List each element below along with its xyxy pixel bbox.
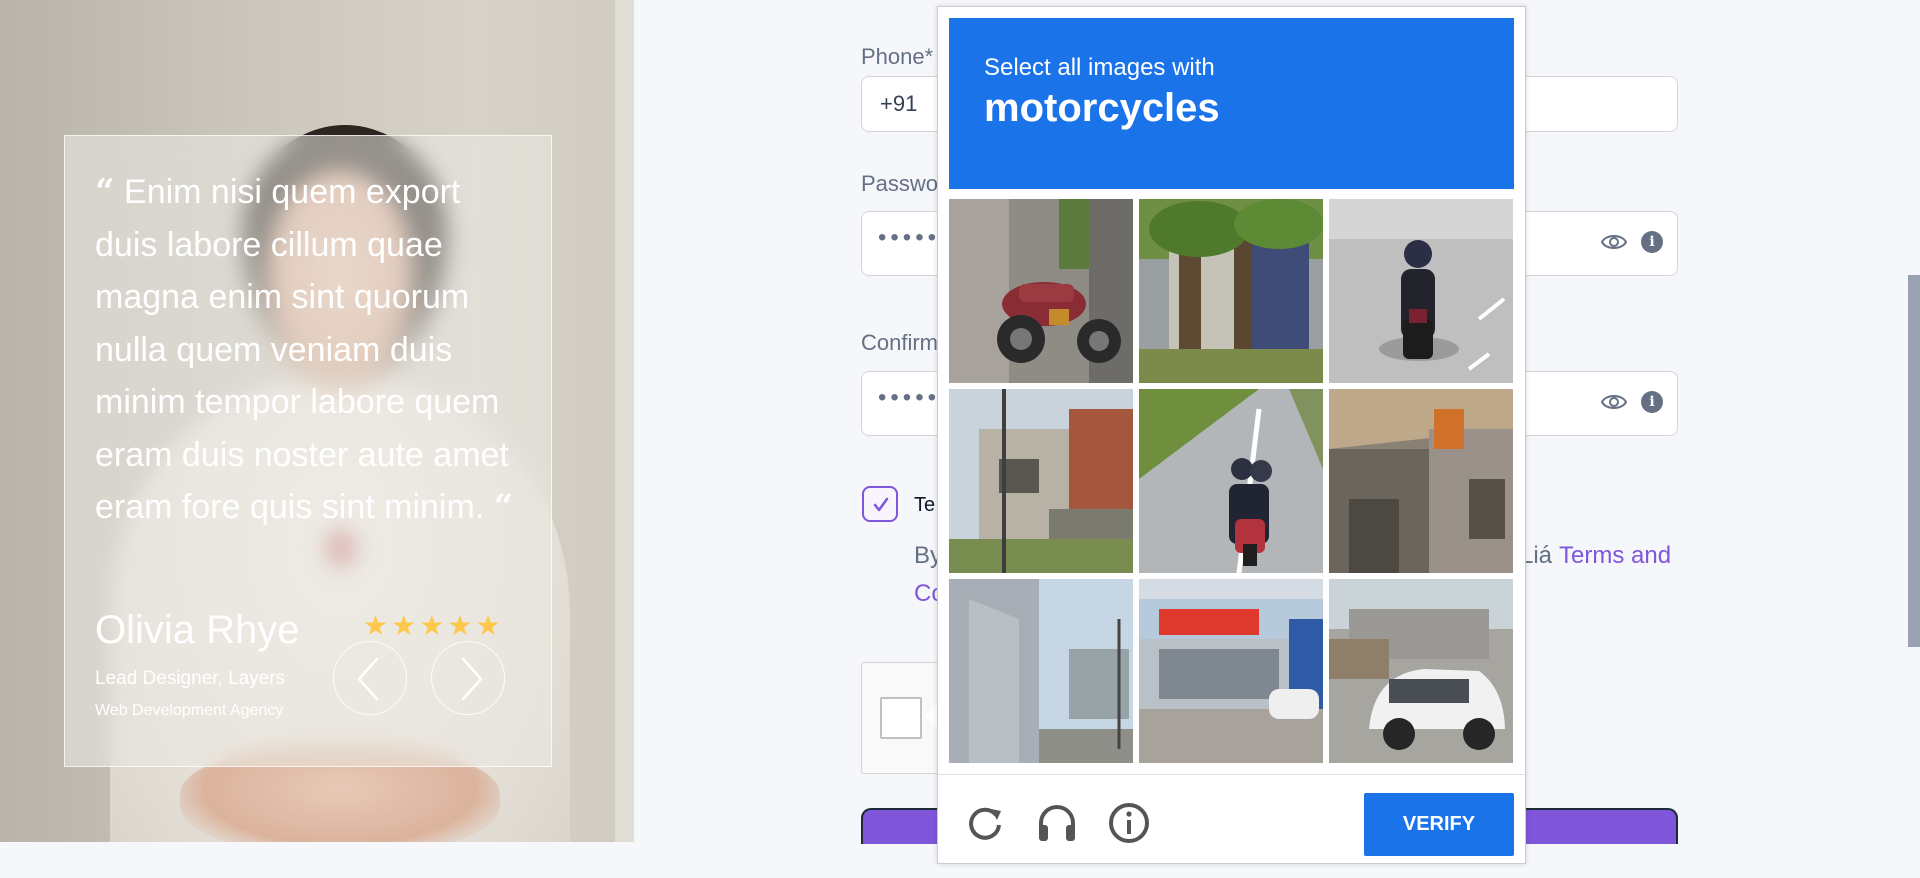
- verify-button[interactable]: VERIFY: [1364, 793, 1514, 856]
- quote-open-mark: “: [95, 172, 115, 212]
- star-icon: ★: [363, 610, 389, 641]
- star-icon: ★: [475, 610, 501, 641]
- eye-icon[interactable]: [1601, 232, 1627, 252]
- testimonial-prev-button[interactable]: [333, 641, 407, 715]
- captcha-tile-motorcycle-parked[interactable]: [949, 199, 1133, 383]
- captcha-tile-building-street[interactable]: [949, 579, 1133, 763]
- confirm-password-label: Confirm: [861, 330, 939, 355]
- hero-image-panel: “ Enim nisi quem export duis labore cill…: [0, 0, 634, 842]
- testimonial-company: Web Development Agency: [95, 702, 284, 719]
- testimonial-role: Lead Designer, Layers: [95, 668, 286, 689]
- terms-checkbox[interactable]: [862, 486, 898, 522]
- check-icon: [873, 497, 889, 512]
- rating-stars: ★ ★ ★ ★ ★: [363, 612, 501, 640]
- star-icon: ★: [419, 610, 445, 641]
- phone-country-code[interactable]: +91: [880, 91, 917, 117]
- testimonial-quote-text: Enim nisi quem export duis labore cillum…: [95, 173, 509, 526]
- confirm-password-mask: •••••: [878, 384, 941, 411]
- quote-close-mark: “: [493, 487, 514, 527]
- terms-checkbox-label: Te: [914, 494, 936, 516]
- captcha-challenge: Select all images with motorcycles VERIF…: [937, 6, 1526, 864]
- captcha-tile-storefront[interactable]: [1139, 579, 1323, 763]
- star-icon: ★: [447, 610, 473, 641]
- captcha-target: motorcycles: [984, 86, 1220, 130]
- testimonial-quote: “ Enim nisi quem export duis labore cill…: [95, 166, 525, 534]
- headphones-icon[interactable]: [1035, 801, 1079, 845]
- captcha-tile-house-orange[interactable]: [1329, 389, 1513, 573]
- captcha-tile-white-car[interactable]: [1329, 579, 1513, 763]
- captcha-header: Select all images with motorcycles: [949, 18, 1514, 189]
- captcha-tile-tree-wall[interactable]: [1139, 199, 1323, 383]
- captcha-pointer: [925, 704, 937, 728]
- eye-icon[interactable]: [1601, 392, 1627, 412]
- info-icon[interactable]: i: [1641, 231, 1663, 253]
- terms-link[interactable]: Terms and: [1559, 542, 1671, 570]
- reload-icon[interactable]: [963, 801, 1007, 845]
- star-icon: ★: [391, 610, 417, 641]
- recaptcha-checkbox[interactable]: [880, 697, 922, 739]
- captcha-tile-houses-street[interactable]: [949, 389, 1133, 573]
- captcha-footer-divider: [938, 774, 1525, 775]
- chevron-left-icon: [357, 657, 379, 701]
- captcha-tile-motorcycle-two-riders[interactable]: [1139, 389, 1323, 573]
- captcha-instruction: Select all images with: [984, 54, 1215, 81]
- phone-label: Phone*: [861, 44, 934, 69]
- testimonial-author: Olivia Rhye: [95, 608, 300, 652]
- captcha-tile-motorcycle-rider-road[interactable]: [1329, 199, 1513, 383]
- scrollbar-thumb[interactable]: [1908, 275, 1920, 647]
- testimonial-card: “ Enim nisi quem export duis labore cill…: [64, 135, 552, 767]
- info-icon[interactable]: i: [1641, 391, 1663, 413]
- hero-photo-edge: [615, 0, 634, 842]
- password-mask: •••••: [878, 224, 941, 251]
- info-circle-icon[interactable]: [1107, 801, 1151, 845]
- testimonial-next-button[interactable]: [431, 641, 505, 715]
- chevron-right-icon: [461, 657, 483, 701]
- password-label: Passwo: [861, 171, 939, 196]
